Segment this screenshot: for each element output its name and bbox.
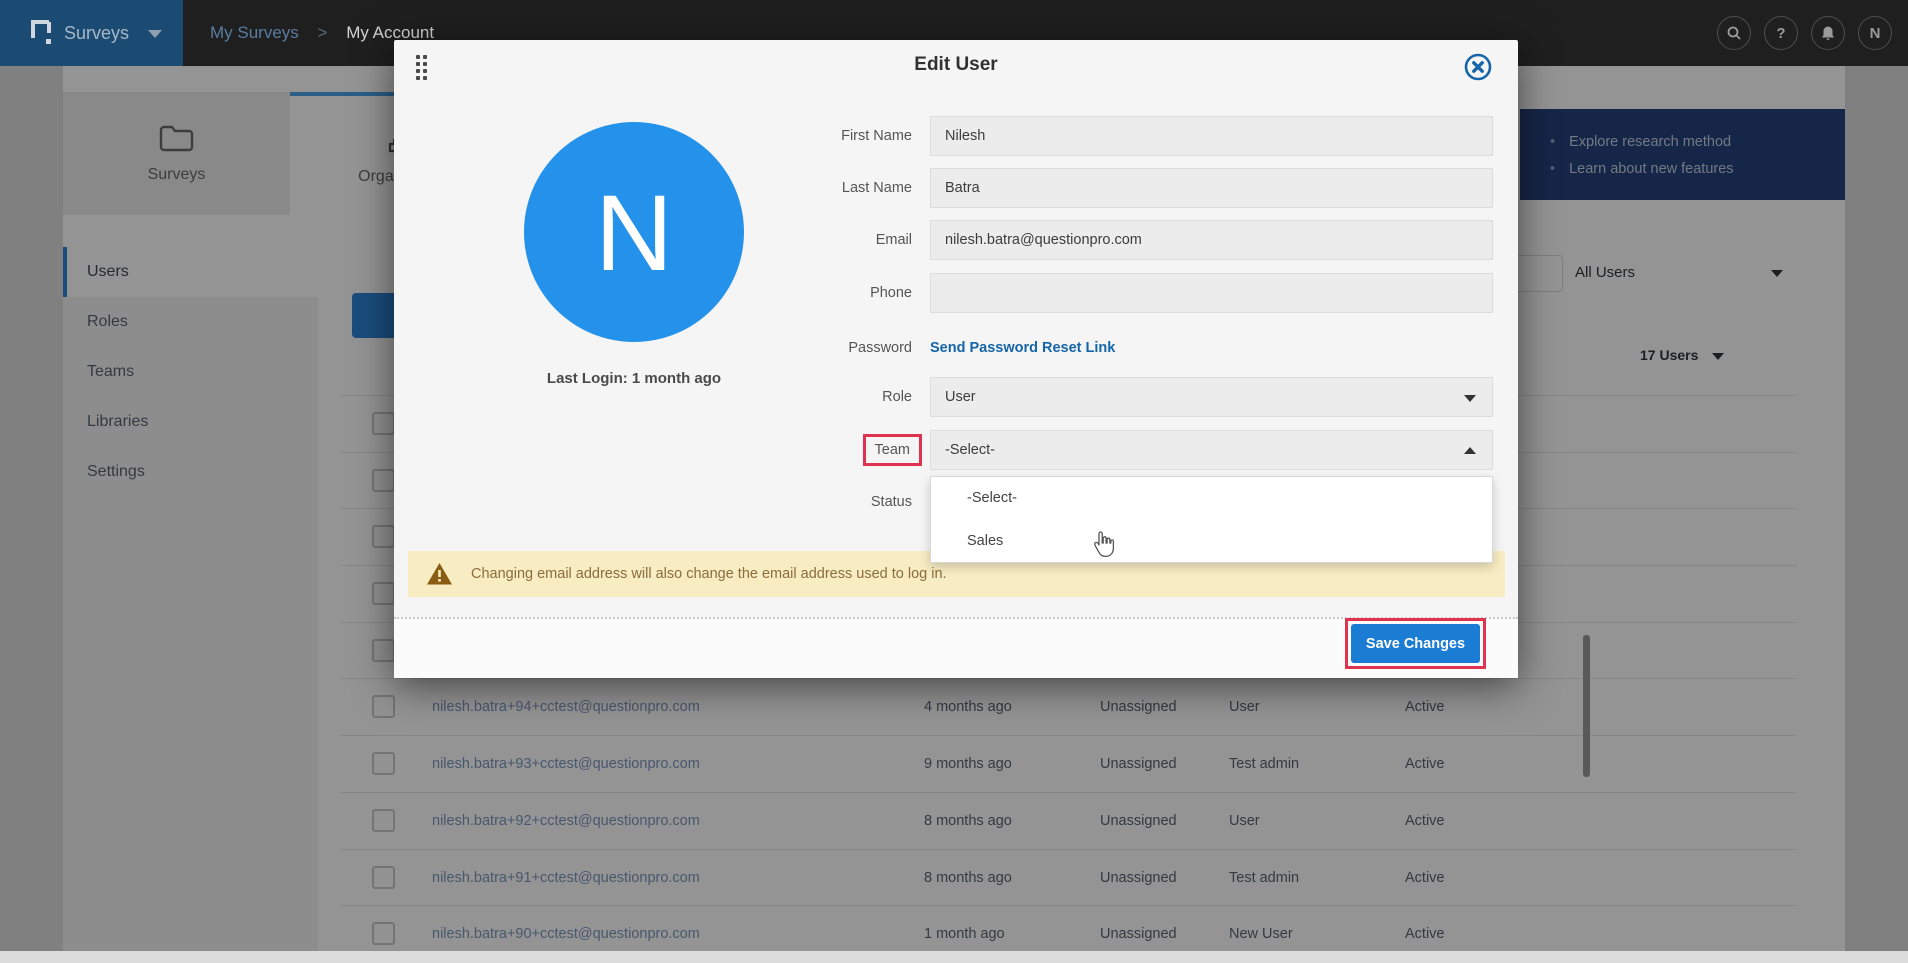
- avatar: N: [1870, 25, 1881, 42]
- user-avatar-button[interactable]: N: [1858, 16, 1892, 50]
- modal-title: Edit User: [394, 54, 1518, 76]
- field-label: Team: [694, 430, 912, 470]
- close-button[interactable]: [1462, 51, 1494, 83]
- field-label: First Name: [694, 116, 912, 156]
- phone-field[interactable]: [930, 273, 1493, 313]
- dropdown-option-sales[interactable]: Sales: [931, 520, 1492, 563]
- form-row-phone: Phone: [394, 273, 1518, 313]
- field-label: Password: [694, 328, 912, 368]
- chevron-down-icon: [1464, 395, 1476, 402]
- edit-user-modal: Edit User N Last Login: 1 month ago Firs…: [394, 40, 1518, 678]
- mouse-cursor-icon: [1092, 530, 1116, 563]
- breadcrumb-separator: >: [318, 23, 328, 42]
- first-name-field[interactable]: Nilesh: [930, 116, 1493, 156]
- field-label: Last Name: [694, 168, 912, 208]
- form-row-last-name: Last Name Batra: [394, 168, 1518, 208]
- form-row-role: Role User: [394, 377, 1518, 417]
- save-changes-button[interactable]: Save Changes: [1351, 624, 1480, 663]
- bell-icon: [1820, 25, 1836, 41]
- save-annotation-box: Save Changes: [1345, 618, 1486, 669]
- form-row-first-name: First Name Nilesh: [394, 116, 1518, 156]
- modal-footer: Save Changes: [394, 617, 1518, 678]
- field-label: Role: [694, 377, 912, 417]
- form-row-email: Email nilesh.batra@questionpro.com: [394, 220, 1518, 260]
- warning-icon: [426, 562, 453, 586]
- questionpro-logo-icon: [28, 17, 54, 54]
- email-field[interactable]: nilesh.batra@questionpro.com: [930, 220, 1493, 260]
- search-icon: [1726, 25, 1742, 41]
- role-field[interactable]: User: [930, 377, 1493, 417]
- close-icon: [1462, 51, 1494, 83]
- product-switcher[interactable]: Surveys: [64, 0, 129, 66]
- search-button[interactable]: [1717, 16, 1751, 50]
- help-button[interactable]: ?: [1764, 16, 1798, 50]
- chevron-up-icon: [1464, 447, 1476, 454]
- field-label: Phone: [694, 273, 912, 313]
- send-password-reset-link[interactable]: Send Password Reset Link: [930, 328, 1115, 368]
- notifications-button[interactable]: [1811, 16, 1845, 50]
- last-name-field[interactable]: Batra: [930, 168, 1493, 208]
- form-row-team: Team-Select-: [394, 430, 1518, 470]
- breadcrumb-my-surveys[interactable]: My Surveys: [210, 23, 299, 42]
- team-annotation-box: Team: [863, 434, 922, 466]
- help-icon: ?: [1776, 25, 1785, 42]
- dropdown-option-select[interactable]: -Select-: [931, 477, 1492, 520]
- field-label: Status: [694, 482, 912, 522]
- form-row-password: Password Send Password Reset Link: [394, 328, 1518, 368]
- logo-block[interactable]: Surveys: [0, 0, 183, 66]
- warning-text: Changing email address will also change …: [471, 566, 947, 582]
- field-label: Email: [694, 220, 912, 260]
- team-field[interactable]: -Select-: [930, 430, 1493, 470]
- team-dropdown-panel: -Select-Sales: [930, 476, 1493, 563]
- chevron-down-icon: [148, 30, 162, 38]
